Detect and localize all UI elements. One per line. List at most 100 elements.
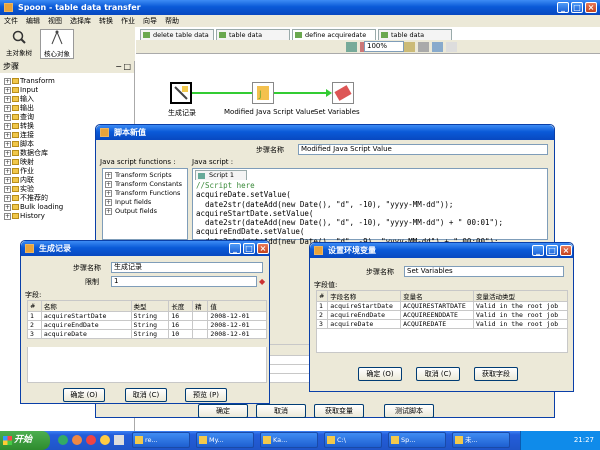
column-header[interactable]: # [27,300,42,312]
menu-item-4[interactable]: 转换 [99,17,113,25]
table-cell[interactable]: ACQUIREDATE [400,319,475,329]
expand-icon[interactable]: + [4,159,11,166]
get-fields-button[interactable]: 获取字段 [474,367,518,381]
expand-icon[interactable]: + [4,114,11,121]
expand-icon[interactable]: + [4,168,11,175]
start-button[interactable]: 开始 [0,431,50,450]
expand-icon[interactable]: + [4,150,11,157]
column-header[interactable]: 精 [192,300,209,312]
quicklaunch-icon-5[interactable] [114,435,124,445]
table-cell[interactable]: 2008-12-01 [207,329,267,339]
preview-button[interactable]: 预览 (P) [185,388,227,402]
column-header[interactable]: 名称 [40,300,132,312]
maximize-button[interactable]: □ [243,243,255,254]
table-row[interactable]: 2 acquireEndDate ACQUIREENDDATE Valid in th… [315,310,568,320]
expand-icon[interactable]: + [105,208,112,215]
table-cell[interactable]: 3 [27,329,42,339]
table-cell[interactable] [192,311,209,321]
table-row[interactable]: 1 acquireStartDate String 16 2008-12-01 [27,311,267,321]
column-header[interactable]: 变量名 [400,290,475,302]
table-cell[interactable] [192,320,209,330]
java-script-step-icon[interactable]: J [252,82,274,104]
function-tree-item[interactable]: + Input fields [103,198,187,207]
close-button[interactable]: × [257,243,269,254]
table-cell[interactable]: ACQUIREENDDATE [400,310,475,320]
test-script-button[interactable]: 测试脚本 [384,404,434,418]
core-objects-button[interactable]: 核心对象 [40,29,74,59]
function-tree-item[interactable]: + Transform Scripts [103,171,187,180]
table-cell[interactable]: 1 [27,311,42,321]
table-cell[interactable]: String [130,329,170,339]
tab-0[interactable]: delete table data [140,29,214,40]
table-cell[interactable]: acquireStartDate [40,311,132,321]
menu-item-3[interactable]: 选择库 [70,17,91,25]
taskbar-button[interactable]: Ka... [260,432,318,448]
taskbar-button[interactable]: Sp... [388,432,446,448]
expand-icon[interactable]: + [4,87,11,94]
tab-3[interactable]: table data transfer [378,29,452,49]
set-variables-step-icon[interactable] [332,82,354,104]
menu-item-2[interactable]: 视图 [48,17,62,25]
table-row[interactable]: 3 acquireDate ACQUIREDATE Valid in the root… [315,319,568,329]
table-row[interactable]: 3 acquireDate String 10 2008-12-01 [27,329,267,339]
cancel-button[interactable]: 取消 [256,404,306,418]
expand-icon[interactable]: + [4,141,11,148]
main-objects-button[interactable]: 主对象树 [4,29,34,59]
menu-item-6[interactable]: 向导 [143,17,157,25]
close-button[interactable]: × [560,245,572,256]
step-category-item[interactable]: + 查询 [0,113,134,122]
quicklaunch-icon-2[interactable] [72,435,82,445]
taskbar-button[interactable]: My... [196,432,254,448]
cancel-button[interactable]: 取消 (C) [416,367,460,381]
maximize-button[interactable]: □ [546,245,558,256]
menu-item-0[interactable]: 文件 [4,17,18,25]
maximize-button[interactable]: □ [571,2,583,13]
table-cell[interactable]: ACQUIRESTARTDATE [400,301,475,311]
quicklaunch-icon-3[interactable] [86,435,96,445]
quicklaunch-icon-1[interactable] [58,435,68,445]
table-cell[interactable]: 2008-12-01 [207,311,267,321]
taskbar-button[interactable]: 未... [452,432,510,448]
sql-icon[interactable] [418,42,429,52]
step-name-input[interactable]: Set Variables [404,266,564,277]
replay-icon[interactable] [404,42,415,52]
expand-icon[interactable]: + [4,186,11,193]
ok-button[interactable]: 确定 (O) [358,367,402,381]
minimize-panel-icon[interactable]: − [115,61,122,73]
expand-icon[interactable]: + [4,105,11,112]
expand-icon[interactable]: + [4,78,11,85]
expand-icon[interactable]: + [105,181,112,188]
ok-button[interactable]: 确定 (O) [63,388,105,402]
table-cell[interactable]: acquireEndDate [327,310,402,320]
taskbar-button[interactable]: C:\ [324,432,382,448]
script-tab[interactable]: Script 1 [195,170,247,180]
table-cell[interactable]: Valid in the root job [473,319,568,329]
expand-icon[interactable]: + [105,172,112,179]
table-cell[interactable]: String [130,311,170,321]
function-tree-item[interactable]: + Output fields [103,207,187,216]
taskbar-button[interactable]: re... [132,432,190,448]
script-editor[interactable]: Script 1 //Script here acquireDate.setVal… [192,168,548,246]
function-tree-item[interactable]: + Transform Constants [103,180,187,189]
table-cell[interactable]: acquireEndDate [40,320,132,330]
tab-2[interactable]: define acquiredate [292,29,376,40]
menu-item-1[interactable]: 编辑 [26,17,40,25]
expand-icon[interactable]: + [4,213,11,220]
step-category-item[interactable]: + 输入 [0,95,134,104]
table-cell[interactable]: 16 [168,311,194,321]
ok-button[interactable]: 确定 [198,404,248,418]
column-header[interactable]: 类型 [130,300,170,312]
expand-icon[interactable]: + [4,132,11,139]
layout-icon[interactable] [446,42,457,52]
column-header[interactable]: 值 [207,300,267,312]
step-category-item[interactable]: + Input [0,86,134,95]
table-cell[interactable]: 2 [27,320,42,330]
step-category-item[interactable]: + 输出 [0,104,134,113]
close-button[interactable]: × [585,2,597,13]
column-header[interactable]: # [315,290,329,302]
table-cell[interactable]: 2 [315,310,329,320]
table-cell[interactable]: Valid in the root job [473,301,568,311]
table-row[interactable]: 2 acquireEndDate String 16 2008-12-01 [27,320,267,330]
cancel-button[interactable]: 取消 (C) [125,388,167,402]
table-cell[interactable]: String [130,320,170,330]
